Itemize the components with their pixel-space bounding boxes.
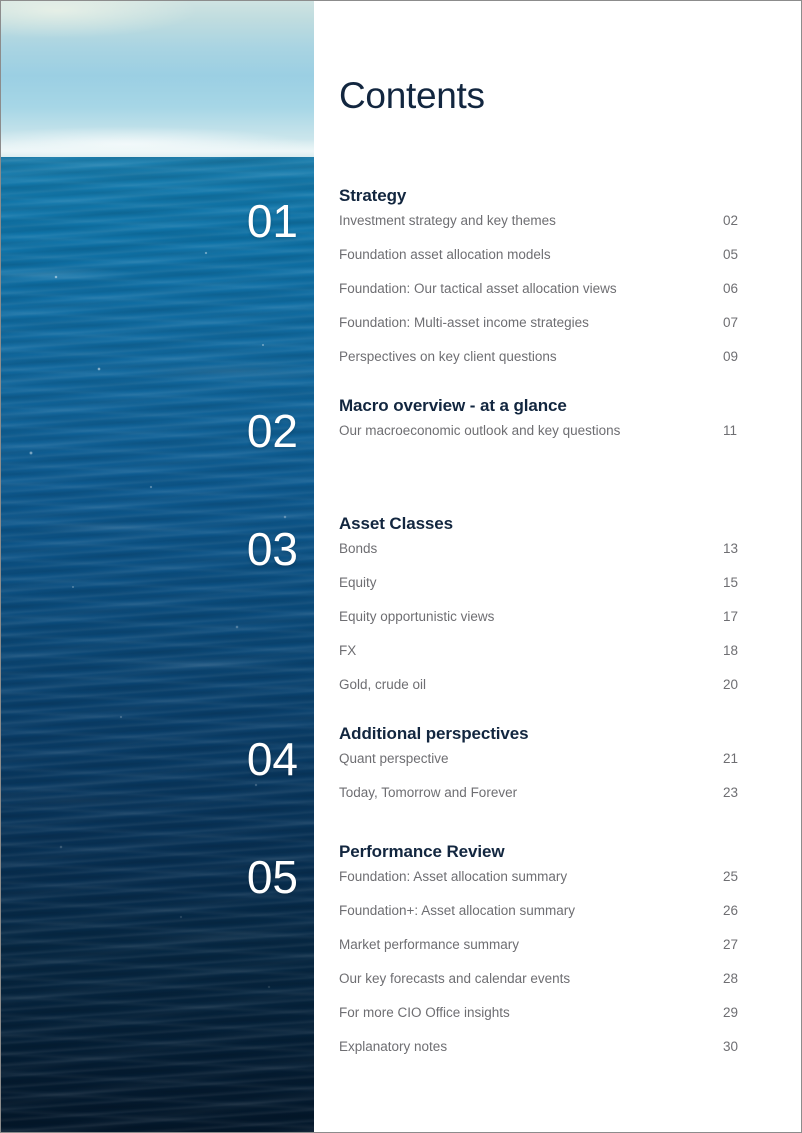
- toc-entry-page: 28: [723, 971, 739, 986]
- toc-entry-page: 07: [723, 315, 739, 330]
- page-title: Contents: [339, 75, 485, 116]
- toc-entry[interactable]: Foundation: Asset allocation summary 25: [339, 860, 759, 894]
- toc-entry[interactable]: Foundation: Our tactical asset allocatio…: [339, 272, 759, 306]
- toc-section-strategy: Strategy Investment strategy and key the…: [339, 187, 759, 374]
- toc-entry-page: 27: [723, 937, 739, 952]
- toc-entry-page: 15: [723, 575, 739, 590]
- toc-entry[interactable]: Gold, crude oil 20: [339, 668, 759, 702]
- section-heading: Macro overview - at a glance: [339, 396, 567, 415]
- toc-entry[interactable]: Our key forecasts and calendar events 28: [339, 962, 759, 996]
- toc-entry-page: 29: [723, 1005, 739, 1020]
- section-number-02: 02: [246, 405, 298, 457]
- toc-entry[interactable]: Explanatory notes 30: [339, 1030, 759, 1064]
- toc-entry[interactable]: For more CIO Office insights 29: [339, 996, 759, 1030]
- toc-entry-page: 17: [723, 609, 739, 624]
- toc-entry[interactable]: Foundation: Multi-asset income strategie…: [339, 306, 759, 340]
- toc-entry[interactable]: Equity 15: [339, 566, 759, 600]
- toc-page: 01 02 03 04 05 Contents Strategy Investm…: [0, 0, 802, 1133]
- toc-entry-page: 02: [723, 213, 739, 228]
- section-heading: Performance Review: [339, 842, 505, 861]
- toc-entry-page: 23: [723, 785, 739, 800]
- toc-entry-title: Bonds: [339, 541, 378, 556]
- toc-entry-title: Our key forecasts and calendar events: [339, 971, 571, 986]
- toc-entry-title: For more CIO Office insights: [339, 1005, 510, 1020]
- toc-section-additional-perspectives: Additional perspectives Quant perspectiv…: [339, 725, 759, 810]
- toc-entry-page: 25: [723, 869, 739, 884]
- toc-entry-title: Foundation asset allocation models: [339, 247, 551, 262]
- toc-entry-title: Foundation: Asset allocation summary: [339, 869, 568, 884]
- toc-entry-page: 11: [723, 423, 738, 438]
- toc-section-performance-review: Performance Review Foundation: Asset all…: [339, 843, 759, 1064]
- section-number-05: 05: [246, 851, 298, 903]
- section-heading: Asset Classes: [339, 514, 453, 533]
- toc-entry-title: Foundation: Our tactical asset allocatio…: [339, 281, 617, 296]
- toc-entry-page: 06: [723, 281, 739, 296]
- toc-entry[interactable]: Perspectives on key client questions 09: [339, 340, 759, 374]
- toc-entry-title: Quant perspective: [339, 751, 449, 766]
- toc-entry[interactable]: Quant perspective 21: [339, 742, 759, 776]
- toc-entry-title: Explanatory notes: [339, 1039, 448, 1054]
- toc-entry-page: 26: [723, 903, 739, 918]
- ocean-cover-image: 01 02 03 04 05: [1, 1, 314, 1132]
- toc-entry-title: Gold, crude oil: [339, 677, 427, 692]
- toc-entry[interactable]: Bonds 13: [339, 532, 759, 566]
- toc-entry-title: Market performance summary: [339, 937, 520, 952]
- section-heading: Strategy: [339, 186, 407, 205]
- toc-entry-title: Investment strategy and key themes: [339, 213, 556, 228]
- toc-entry-page: 18: [723, 643, 739, 658]
- toc-entry[interactable]: FX 18: [339, 634, 759, 668]
- toc-entry[interactable]: Investment strategy and key themes 02: [339, 204, 759, 238]
- toc-entry-title: Equity opportunistic views: [339, 609, 495, 624]
- toc-entry-page: 30: [723, 1039, 739, 1054]
- toc-entry[interactable]: Our macroeconomic outlook and key questi…: [339, 414, 759, 448]
- toc-entry-page: 20: [723, 677, 739, 692]
- section-number-04: 04: [246, 733, 298, 785]
- toc-entry-title: Foundation+: Asset allocation summary: [339, 903, 575, 918]
- toc-entry-page: 05: [723, 247, 739, 262]
- section-heading: Additional perspectives: [339, 724, 529, 743]
- toc-entry-page: 13: [723, 541, 739, 556]
- toc-entry-page: 09: [723, 349, 739, 364]
- toc-entry-title: Today, Tomorrow and Forever: [339, 785, 518, 800]
- toc-entry-title: Foundation: Multi-asset income strategie…: [339, 315, 589, 330]
- toc-entry-page: 21: [723, 751, 739, 766]
- toc-entry-title: FX: [339, 643, 357, 658]
- toc-section-macro-overview: Macro overview - at a glance Our macroec…: [339, 397, 759, 448]
- toc-section-asset-classes: Asset Classes Bonds 13 Equity 15 Equity …: [339, 515, 759, 702]
- toc-entry-title: Perspectives on key client questions: [339, 349, 557, 364]
- sea-foam-flecks: [1, 157, 314, 1132]
- contents-column: Contents Strategy Investment strategy an…: [339, 1, 759, 1132]
- toc-entry[interactable]: Market performance summary 27: [339, 928, 759, 962]
- section-number-01: 01: [246, 195, 298, 247]
- toc-entry[interactable]: Today, Tomorrow and Forever 23: [339, 776, 759, 810]
- section-number-03: 03: [246, 523, 298, 575]
- toc-entry[interactable]: Foundation+: Asset allocation summary 26: [339, 894, 759, 928]
- sky-region: [1, 1, 314, 157]
- toc-entry[interactable]: Equity opportunistic views 17: [339, 600, 759, 634]
- toc-entry-title: Equity: [339, 575, 377, 590]
- toc-entry-title: Our macroeconomic outlook and key questi…: [339, 423, 621, 438]
- toc-entry[interactable]: Foundation asset allocation models 05: [339, 238, 759, 272]
